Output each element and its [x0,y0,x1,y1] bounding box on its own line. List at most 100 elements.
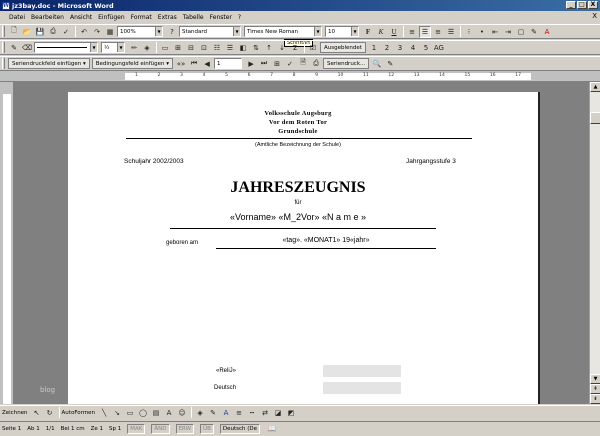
numbering-icon[interactable]: ⁝ [463,26,475,38]
status-mode-erw[interactable]: ERW [175,424,195,434]
status-mode-and[interactable]: ÄND [151,424,170,434]
chevron-down-icon[interactable]: ▼ [117,43,124,52]
outside-border-icon[interactable]: ▭ [159,42,171,54]
arrow-style-icon[interactable]: ⇄ [259,407,271,419]
textbox-icon[interactable]: ▤ [150,407,162,419]
heading-5-button[interactable]: 5 [420,42,432,54]
align-center-icon[interactable]: ☰ [419,25,431,38]
document-page[interactable]: Volksschule Augsburg Vor dem Roten Tor G… [68,92,540,404]
line-style-icon[interactable]: ≡ [233,407,245,419]
ellipse-icon[interactable]: ◯ [137,407,149,419]
next-page-icon[interactable]: ⇟ [590,394,600,404]
status-language[interactable]: Deutsch (De [219,424,261,434]
font-color-icon[interactable]: A [541,26,553,38]
merge-to-printer-icon[interactable]: ⎙ [310,58,322,70]
menu-einfuegen[interactable]: Einfügen [95,14,127,21]
menu-ansicht[interactable]: Ansicht [67,14,95,21]
new-document-icon[interactable]: 🗋 [8,26,20,38]
first-record-icon[interactable]: ⏮ [188,58,200,70]
scroll-up-icon[interactable]: ▲ [590,82,600,92]
ausgeblendet-button[interactable]: Ausgeblendet [320,42,366,53]
dash-style-icon[interactable]: ┅ [246,407,258,419]
eraser-icon[interactable]: ⌫ [21,42,33,54]
insert-word-field-button[interactable]: Bedingungsfeld einfügen ▾ [91,58,174,69]
spellcheck-icon[interactable]: ✓ [60,26,72,38]
zeichnen-menu[interactable]: Zeichnen [2,410,28,416]
redo-icon[interactable]: ↷ [91,26,103,38]
align-right-icon[interactable]: ≡ [432,26,444,38]
minimize-button[interactable]: _ [566,1,576,9]
menu-format[interactable]: Format [128,14,155,21]
heading-all-button[interactable]: AG [433,42,445,54]
check-errors-icon[interactable]: ✓ [284,58,296,70]
line-width-combo[interactable]: ½ ▼ [101,42,125,53]
align-left-icon[interactable]: ≡ [406,26,418,38]
menu-datei[interactable]: Datei [6,14,28,21]
fill-color-icon[interactable]: ◈ [194,407,206,419]
maximize-button[interactable]: □ [577,1,587,9]
underline-button[interactable]: U [388,26,400,38]
shading-icon[interactable]: ◈ [141,42,153,54]
chevron-down-icon[interactable]: ▼ [155,27,162,36]
pencil-icon[interactable]: ✎ [8,42,20,54]
zoom-combo[interactable]: 100% ▼ [117,26,163,37]
distribute-rows-icon[interactable]: ☷ [211,42,223,54]
menu-tabelle[interactable]: Tabelle [180,14,207,21]
rectangle-icon[interactable]: ▭ [124,407,136,419]
autoformat-icon[interactable]: ◧ [237,42,249,54]
increase-indent-icon[interactable]: ⇥ [502,26,514,38]
insert-merge-field-button[interactable]: Seriendruckfeld einfügen ▾ [8,58,90,69]
chevron-down-icon[interactable]: ▼ [351,27,358,36]
next-record-icon[interactable]: ▶ [245,58,257,70]
border-color-icon[interactable]: ✏ [128,42,140,54]
menu-bearbeiten[interactable]: Bearbeiten [28,14,67,21]
clipart-icon[interactable]: ☺ [176,407,188,419]
record-number-field[interactable]: 1 [214,58,243,69]
previous-page-icon[interactable]: ⇞ [590,384,600,394]
word-icon[interactable]: W [2,1,10,10]
birth-merge-fields[interactable]: «tag». «MONAT1» 19«jahr» [218,237,434,244]
font-color-icon[interactable]: A [220,407,232,419]
style-combo[interactable]: Standard ▼ [179,26,241,37]
line-style-combo[interactable]: ▼ [34,42,98,53]
undo-icon[interactable]: ↶ [78,26,90,38]
justify-icon[interactable]: ☰ [445,26,457,38]
free-rotate-icon[interactable]: ↻ [44,407,56,419]
toolbar-grip[interactable] [2,58,5,69]
last-record-icon[interactable]: ⏭ [258,58,270,70]
mail-merge-helper-icon[interactable]: ⊞ [271,58,283,70]
merge-cells-icon[interactable]: ⊞ [172,42,184,54]
find-record-icon[interactable]: 🔍 [371,58,383,70]
menu-extras[interactable]: Extras [155,14,180,21]
close-button[interactable]: X [588,1,598,9]
select-objects-icon[interactable]: ↖ [31,407,43,419]
vertical-scrollbar[interactable]: ▲ ▼ ⇞ ⇟ [589,82,600,404]
autosum-icon[interactable]: Σ [289,42,301,54]
3d-icon[interactable]: ◩ [285,407,297,419]
sort-desc-icon[interactable]: ↓ [276,42,288,54]
document-close-button[interactable]: X [592,12,597,20]
chevron-down-icon[interactable]: ▼ [314,27,321,36]
border-icon[interactable]: ▢ [515,26,527,38]
spellcheck-status-icon[interactable]: 📖 [266,423,278,435]
merge-button[interactable]: Seriendruck... [323,58,370,69]
decrease-indent-icon[interactable]: ⇤ [489,26,501,38]
menu-fenster[interactable]: Fenster [207,14,235,21]
line-color-icon[interactable]: ✎ [207,407,219,419]
heading-1-button[interactable]: 1 [368,42,380,54]
line-icon[interactable]: ╲ [98,407,110,419]
print-icon[interactable]: ⎙ [47,26,59,38]
table-icon[interactable]: ▦ [104,26,116,38]
chevron-down-icon[interactable]: ▼ [90,43,97,52]
autoformen-menu[interactable]: AutoFormen [62,410,96,416]
merge-to-document-icon[interactable]: 🗎 [297,58,309,70]
checkbox-icon[interactable]: ☑ [307,42,319,54]
document-area[interactable]: Volksschule Augsburg Vor dem Roten Tor G… [14,82,589,404]
split-cells-icon[interactable]: ⊟ [185,42,197,54]
heading-2-button[interactable]: 2 [381,42,393,54]
horizontal-ruler[interactable]: 1 2 3 4 5 6 7 8 9 10 11 12 13 14 15 16 17 [0,71,600,82]
font-combo[interactable]: Times New Roman ▼ [244,26,322,37]
bullets-icon[interactable]: • [476,26,488,38]
italic-button[interactable]: K [375,26,387,38]
distribute-columns-icon[interactable]: ☰ [224,42,236,54]
